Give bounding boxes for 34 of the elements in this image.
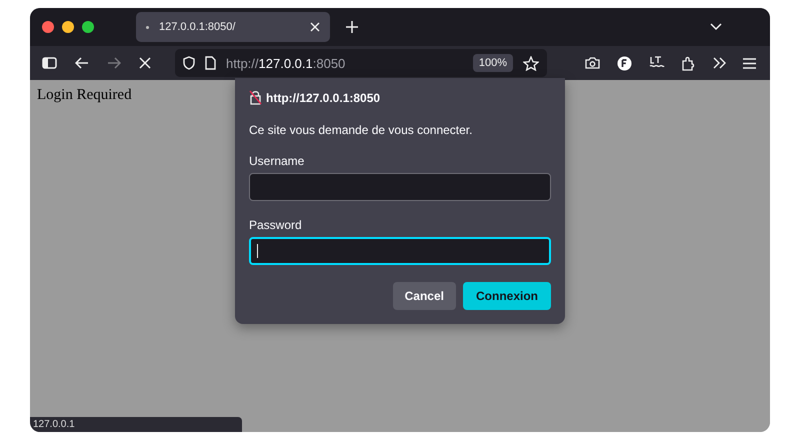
cancel-button[interactable]: Cancel [392,282,456,310]
zoom-window-icon[interactable] [82,21,94,33]
field-label: Username [249,154,306,168]
new-tab-icon[interactable] [346,21,358,33]
page-icon [205,56,216,70]
close-icon[interactable] [310,22,320,32]
forward-arrow-icon[interactable] [107,57,121,69]
camera-icon[interactable] [585,57,600,69]
input-field[interactable] [249,173,551,201]
star-icon[interactable] [523,56,539,70]
menu-icon[interactable] [743,58,756,68]
url-text[interactable]: http://127.0.0.1:8050 [226,56,346,70]
site-origin: http://127.0.0.1:8050 [266,90,380,104]
browser-tab[interactable]: 127.0.0.1:8050/ [136,12,330,42]
back-arrow-icon[interactable] [75,57,89,69]
shield-icon[interactable] [183,56,195,70]
page-text: Login Required [37,87,132,104]
zoom-level[interactable]: 100% [472,54,513,72]
input-field[interactable] [249,237,551,265]
close-window-icon[interactable] [42,21,54,33]
puzzle-icon[interactable] [682,56,696,70]
minimize-window-icon[interactable] [62,21,74,33]
chevron-down-icon[interactable] [710,23,722,31]
double-chevron-icon[interactable] [713,57,726,69]
dialog-message: Ce site vous demande de vous connecter. [249,123,474,137]
extension-circle-icon[interactable] [617,56,632,70]
status-bar: 127.0.0.1 [30,417,242,432]
stop-icon[interactable] [139,57,151,69]
crossed-lock-icon [249,90,262,105]
field-label: Password [249,218,303,232]
sidebar-icon[interactable] [42,57,57,69]
translate-icon[interactable] [649,56,665,70]
address-bar[interactable]: http://127.0.0.1:8050 100% [175,49,547,77]
login-button[interactable]: Connexion [463,282,551,310]
